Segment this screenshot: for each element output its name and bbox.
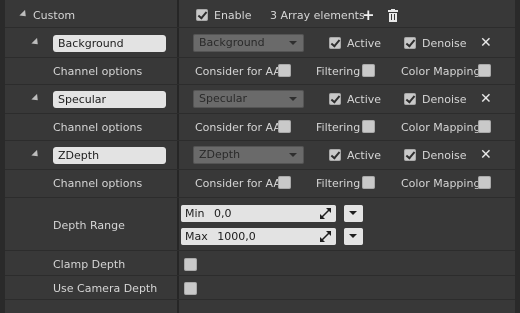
denoise-checkbox[interactable] xyxy=(404,93,416,105)
channel-type-value: Background xyxy=(199,36,265,49)
color-mapping-label: Color Mapping xyxy=(401,121,481,134)
remove-element-icon[interactable]: ✕ xyxy=(480,148,492,162)
depth-max-dropdown[interactable] xyxy=(344,228,363,245)
denoise-label: Denoise xyxy=(422,93,467,106)
panel-left-edge xyxy=(0,0,5,313)
enable-label: Enable xyxy=(214,9,252,22)
depth-max-field[interactable]: Max 1000,0 xyxy=(181,228,336,245)
remove-element-icon[interactable]: ✕ xyxy=(480,92,492,106)
filtering-label: Filtering xyxy=(316,65,361,78)
denoise-label: Denoise xyxy=(422,149,467,162)
panel-right-edge xyxy=(515,0,520,313)
row-separator xyxy=(5,197,515,198)
channel-options-label: Channel options xyxy=(53,121,143,134)
color-mapping-label: Color Mapping xyxy=(401,177,481,190)
remove-element-icon[interactable]: ✕ xyxy=(480,36,492,50)
filtering-checkbox[interactable] xyxy=(362,64,375,77)
chevron-down-icon xyxy=(289,41,297,45)
row-separator xyxy=(5,250,515,251)
channel-type-combo[interactable]: ZDepth xyxy=(193,146,304,164)
enable-checkbox[interactable] xyxy=(196,9,208,21)
chevron-down-icon xyxy=(289,153,297,157)
chevron-down-icon xyxy=(349,211,357,215)
resize-arrows-icon[interactable] xyxy=(320,231,331,242)
active-label: Active xyxy=(347,93,382,106)
color-mapping-checkbox[interactable] xyxy=(478,120,491,133)
depth-min-field[interactable]: Min 0,0 xyxy=(181,205,336,222)
denoise-checkbox[interactable] xyxy=(404,149,416,161)
add-element-icon[interactable]: + xyxy=(362,8,375,23)
filtering-checkbox[interactable] xyxy=(362,120,375,133)
channel-type-combo[interactable]: Specular xyxy=(193,90,304,108)
active-label: Active xyxy=(347,149,382,162)
depth-min-value: 0,0 xyxy=(214,207,232,220)
denoise-checkbox[interactable] xyxy=(404,37,416,49)
channel-options-label: Channel options xyxy=(53,65,143,78)
chevron-down-icon xyxy=(349,234,357,238)
delete-all-icon[interactable] xyxy=(387,9,399,22)
filtering-label: Filtering xyxy=(316,177,361,190)
clamp-depth-checkbox[interactable] xyxy=(184,258,197,271)
color-mapping-checkbox[interactable] xyxy=(478,64,491,77)
active-checkbox[interactable] xyxy=(329,37,341,49)
depth-range-label: Depth Range xyxy=(53,219,125,232)
use-camera-depth-checkbox[interactable] xyxy=(184,282,197,295)
array-count-label: 3 Array elements xyxy=(270,9,365,22)
resize-arrows-icon[interactable] xyxy=(320,208,331,219)
consider-aa-checkbox[interactable] xyxy=(278,176,291,189)
channel-name-field[interactable]: ZDepth xyxy=(53,147,166,164)
channel-type-value: ZDepth xyxy=(199,148,241,161)
chevron-down-icon xyxy=(289,97,297,101)
channel-type-combo[interactable]: Background xyxy=(193,34,304,52)
use-camera-depth-label: Use Camera Depth xyxy=(53,282,158,295)
row-separator xyxy=(5,275,515,276)
channel-name-field[interactable]: Background xyxy=(53,35,166,52)
depth-min-label: Min xyxy=(185,207,205,220)
row-separator xyxy=(5,140,515,141)
row-separator xyxy=(5,84,515,85)
row-separator xyxy=(5,299,515,300)
denoise-label: Denoise xyxy=(422,37,467,50)
filtering-checkbox[interactable] xyxy=(362,176,375,189)
color-mapping-checkbox[interactable] xyxy=(478,176,491,189)
active-checkbox[interactable] xyxy=(329,149,341,161)
depth-max-value: 1000,0 xyxy=(217,230,256,243)
row-separator xyxy=(5,27,515,28)
consider-aa-checkbox[interactable] xyxy=(278,120,291,133)
row-separator xyxy=(5,169,515,170)
channel-type-value: Specular xyxy=(199,92,248,105)
channel-name-field[interactable]: Specular xyxy=(53,91,166,108)
filtering-label: Filtering xyxy=(316,121,361,134)
consider-aa-checkbox[interactable] xyxy=(278,64,291,77)
depth-min-dropdown[interactable] xyxy=(344,205,363,222)
active-label: Active xyxy=(347,37,382,50)
channel-options-label: Channel options xyxy=(53,177,143,190)
consider-aa-label: Consider for AA xyxy=(195,177,281,190)
row-separator xyxy=(5,113,515,114)
clamp-depth-label: Clamp Depth xyxy=(53,258,126,271)
active-checkbox[interactable] xyxy=(329,93,341,105)
consider-aa-label: Consider for AA xyxy=(195,65,281,78)
column-splitter[interactable] xyxy=(177,0,179,313)
row-separator xyxy=(5,57,515,58)
color-mapping-label: Color Mapping xyxy=(401,65,481,78)
depth-max-label: Max xyxy=(185,230,208,243)
consider-aa-label: Consider for AA xyxy=(195,121,281,134)
section-title: Custom xyxy=(33,9,76,22)
